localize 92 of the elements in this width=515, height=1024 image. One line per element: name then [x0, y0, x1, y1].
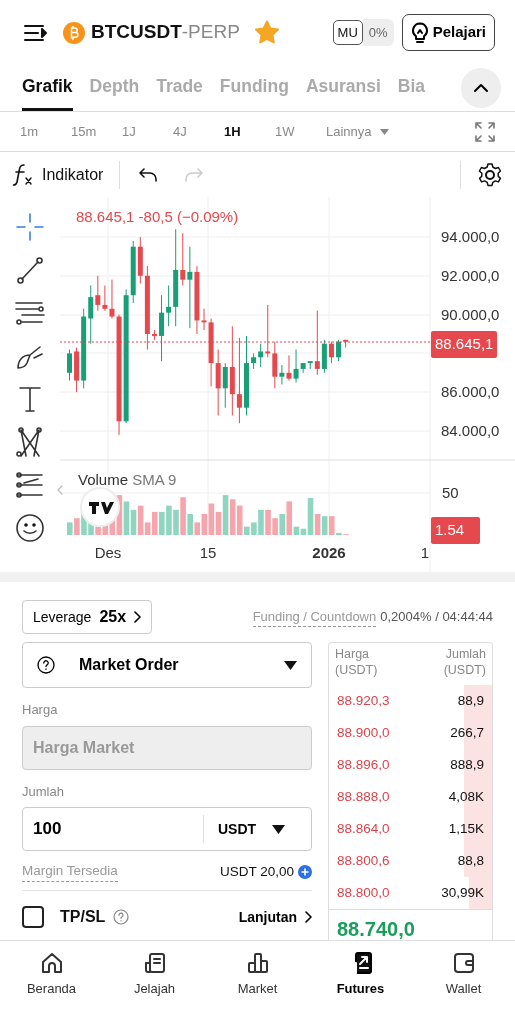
crosshair-icon[interactable]	[14, 210, 46, 243]
field-label: Harga	[22, 701, 59, 719]
star-icon[interactable]	[253, 20, 280, 45]
margin-label[interactable]: Margin Tersedia	[22, 861, 118, 883]
ask-price[interactable]: 88.864,0	[337, 818, 390, 840]
indicator-button[interactable]: Indikator	[42, 162, 104, 187]
tab[interactable]: Asuransi	[305, 65, 381, 111]
interval-tab[interactable]: 1J	[122, 121, 173, 142]
nav-item[interactable]: Jelajah	[103, 941, 206, 1024]
tpsl-label: TP/SL	[60, 907, 106, 928]
amount-field[interactable]: 100 USDT	[22, 807, 312, 851]
margin-value: USDT 20,00	[219, 862, 294, 881]
price-tick: 86.000,0	[441, 381, 500, 402]
ask-amount: 888,9	[450, 755, 484, 774]
interval-tab[interactable]: 4J	[173, 121, 224, 142]
price-tick: 84.000,0	[441, 420, 500, 441]
price-legend: 88.645,1 -80,5 (−0.09%)	[76, 205, 239, 229]
collapse-button[interactable]	[461, 68, 501, 108]
interval-tab[interactable]: 1m	[20, 121, 71, 142]
nav-item[interactable]: Market	[206, 941, 309, 1024]
unit-dropdown[interactable]: USDT	[212, 817, 292, 841]
ask-price[interactable]: 88.800,0	[337, 882, 390, 904]
volume-legend: Volume SMA 9	[78, 468, 177, 492]
lightbulb-icon	[410, 21, 429, 44]
caret-icon	[272, 824, 286, 834]
interval-tab[interactable]: 1W	[275, 121, 326, 142]
ask-amount: 4,08K	[448, 787, 484, 806]
tab[interactable]: Depth	[89, 65, 140, 111]
nav-item[interactable]: Futures	[309, 941, 412, 1024]
tpsl-checkbox[interactable]	[22, 906, 44, 929]
ask-price[interactable]: 88.800,6	[337, 850, 390, 872]
column-header: Harga (USDT)	[335, 646, 379, 680]
date-label: 15	[199, 542, 217, 563]
function-icon[interactable]	[12, 162, 34, 187]
mode-badge[interactable]: MU	[332, 19, 363, 46]
ask-amount: 30,99K	[441, 883, 484, 902]
nav-item[interactable]: Beranda	[0, 941, 103, 1024]
ask-amount: 88,9	[457, 691, 484, 710]
more-intervals-dropdown[interactable]: Lainnya	[326, 121, 389, 142]
ask-amount: 88,8	[457, 851, 484, 870]
help-icon[interactable]	[113, 909, 130, 926]
tab[interactable]: Funding	[219, 65, 289, 111]
document-icon	[142, 951, 167, 975]
undo-icon[interactable]	[138, 166, 159, 183]
ask-price[interactable]: 88.888,0	[337, 786, 390, 808]
volume-value-label: 1.54	[431, 517, 480, 544]
chevron-right-icon	[134, 611, 142, 623]
menu-icon[interactable]	[24, 22, 48, 43]
symbol-title[interactable]: BTCUSDT-PERP	[91, 18, 240, 47]
smiley-icon[interactable]	[14, 511, 46, 544]
interval-tab[interactable]: 15m	[71, 121, 122, 142]
tab[interactable]: Bia	[397, 65, 425, 111]
chevron-right-icon	[305, 911, 312, 924]
ask-amount: 266,7	[450, 723, 484, 742]
date-label: 2026	[312, 542, 346, 563]
date-label: 1	[420, 542, 430, 563]
volume-tick: 50	[442, 482, 459, 503]
funding-label[interactable]: Funding / Countdown	[252, 606, 377, 628]
fullscreen-icon[interactable]	[475, 121, 495, 142]
wallet-icon	[451, 951, 476, 975]
date-label: Des	[94, 542, 122, 563]
field-label: Jumlah	[22, 782, 65, 801]
column-header: Jumlah (USDT)	[442, 646, 486, 680]
ask-amount: 1,15K	[448, 819, 484, 838]
coin-icon	[63, 21, 85, 44]
interval-tab[interactable]: 1H	[224, 121, 275, 142]
home-icon	[39, 951, 64, 975]
caret-icon	[284, 660, 297, 670]
nav-item[interactable]: Wallet	[412, 941, 515, 1024]
chevron-up-icon	[473, 83, 489, 93]
settings-icon[interactable]	[477, 161, 503, 188]
funding-value: 0,2004% / 04:44:44	[380, 607, 493, 626]
order-type-dropdown[interactable]: Market Order	[22, 642, 312, 688]
learn-button[interactable]: Pelajari	[401, 14, 495, 51]
caret-icon	[379, 128, 389, 135]
last-price-label: 88.645,1	[431, 331, 498, 358]
price-tick: 92.000,0	[441, 265, 500, 286]
ask-price[interactable]: 88.896,0	[337, 754, 390, 776]
ask-price[interactable]: 88.920,3	[337, 690, 390, 712]
candle	[67, 349, 72, 382]
logo-icon	[80, 487, 120, 527]
mode-value: 0%	[362, 18, 394, 47]
tab[interactable]: Grafik	[22, 65, 73, 111]
ask-price[interactable]: 88.900,0	[337, 722, 390, 744]
leverage-button[interactable]: Leverage 25x	[22, 600, 153, 634]
price-tick: 90.000,0	[441, 304, 500, 325]
advanced-link[interactable]: Lanjutan	[238, 906, 312, 928]
bar-chart-icon	[245, 951, 270, 975]
add-icon[interactable]	[298, 864, 312, 879]
price-tick: 94.000,0	[441, 226, 500, 247]
help-icon	[37, 656, 55, 674]
tab[interactable]: Trade	[156, 65, 203, 111]
